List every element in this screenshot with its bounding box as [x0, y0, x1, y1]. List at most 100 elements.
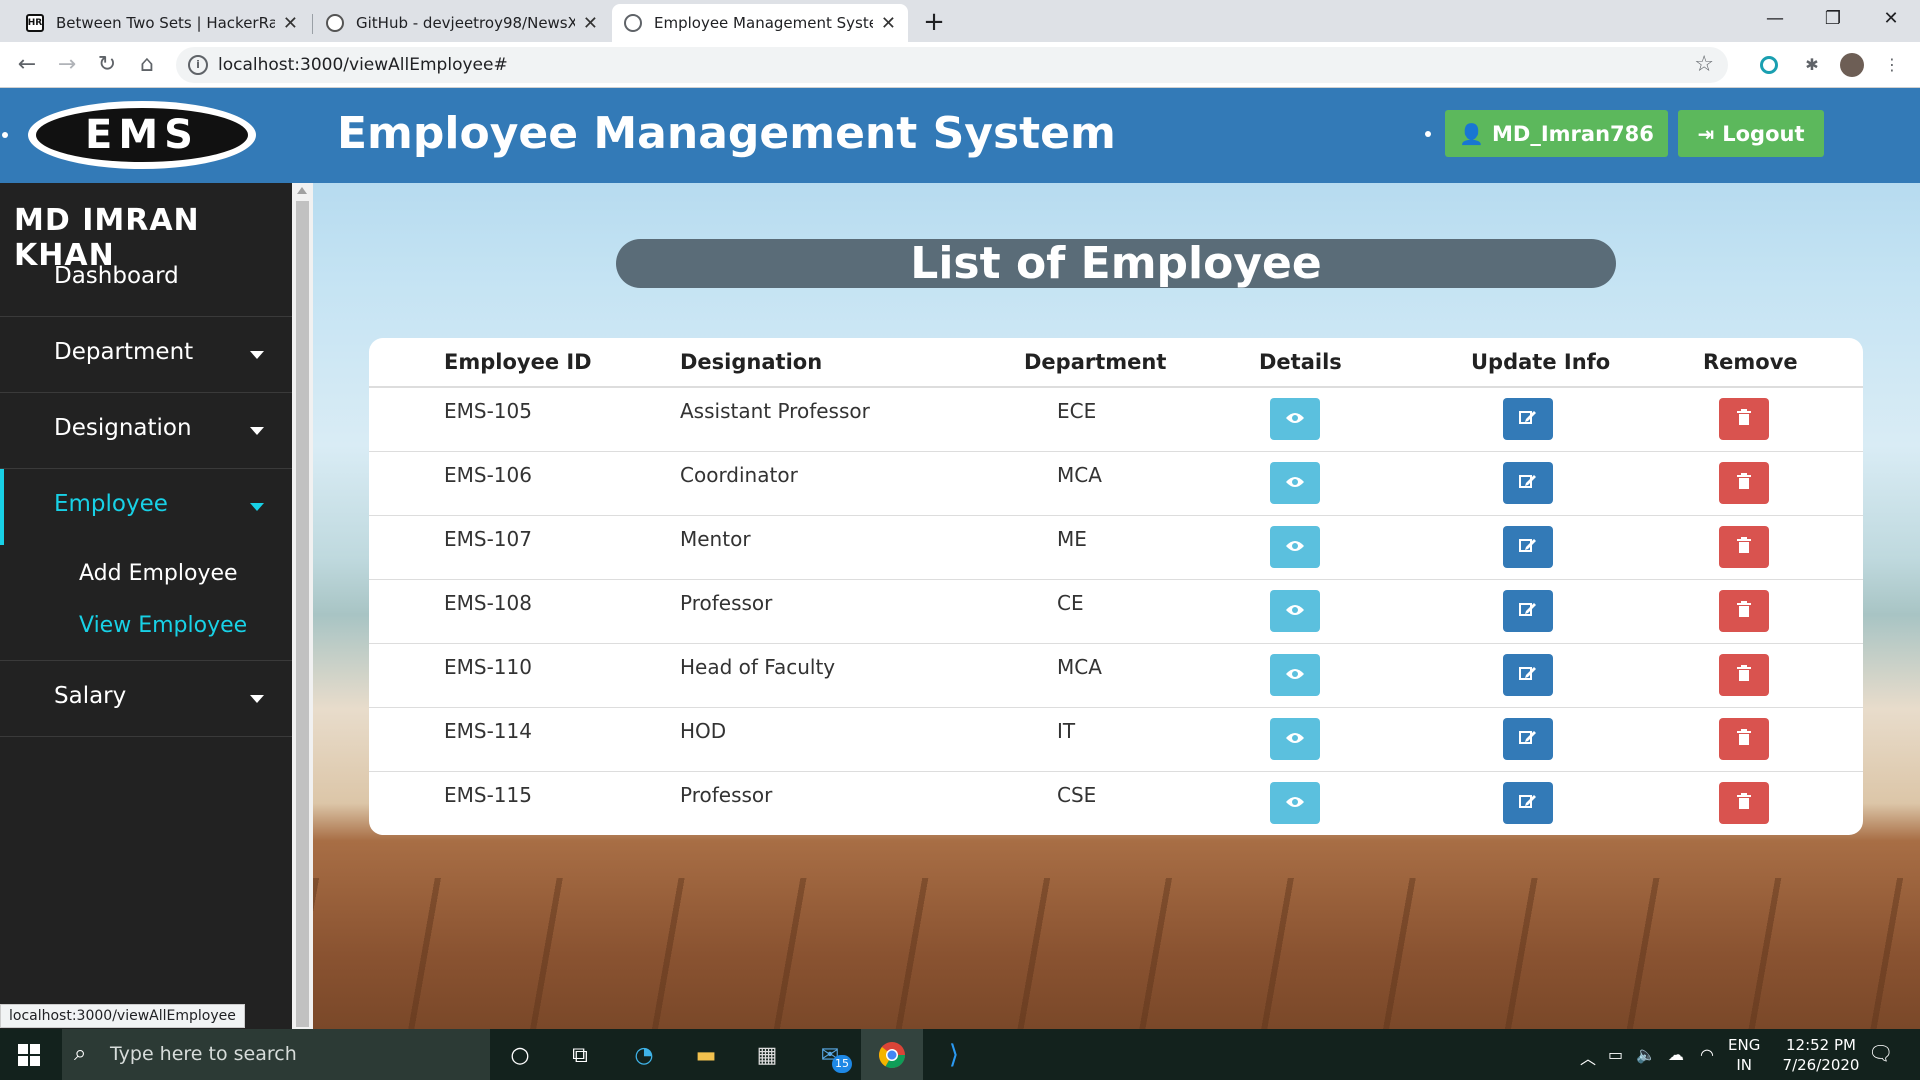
tab-divider	[312, 14, 313, 34]
trash-icon	[1737, 729, 1751, 749]
sidebar-item-label: Designation	[54, 415, 192, 441]
department-cell: MCA	[1057, 463, 1102, 487]
home-icon[interactable]: ⌂	[132, 50, 162, 80]
sidebar-subitem-view-employee[interactable]: View Employee	[79, 613, 247, 638]
system-clock[interactable]: 12:52 PM 7/26/2020	[1776, 1035, 1866, 1075]
user-profile-button[interactable]: 👤 MD_Imran786	[1445, 110, 1668, 157]
reload-icon[interactable]: ↻	[92, 50, 122, 80]
remove-employee-button[interactable]	[1719, 590, 1769, 632]
caret-down-icon	[250, 351, 264, 359]
vscode-icon[interactable]: ⟩	[937, 1038, 971, 1072]
extension-circle-icon[interactable]	[1760, 56, 1778, 74]
profile-avatar[interactable]	[1840, 53, 1864, 77]
header-dot	[1425, 131, 1431, 137]
edit-icon	[1519, 409, 1537, 429]
remove-employee-button[interactable]	[1719, 398, 1769, 440]
minimize-icon[interactable]: —	[1746, 4, 1804, 34]
update-info-button[interactable]	[1503, 462, 1553, 504]
trash-icon	[1737, 409, 1751, 429]
app-viewport: EMS Employee Management System 👤 MD_Imra…	[0, 88, 1920, 1029]
scrollbar-thumb[interactable]	[296, 201, 309, 1027]
sidebar-item-department[interactable]: Department	[0, 317, 292, 393]
sidebar-scrollbar[interactable]	[292, 183, 313, 1029]
employee-id-cell: EMS-107	[444, 527, 532, 551]
close-window-icon[interactable]: ✕	[1862, 4, 1920, 34]
task-view-icon[interactable]: ⧉	[563, 1038, 597, 1072]
eye-icon	[1285, 794, 1305, 813]
battery-icon[interactable]: ▭	[1608, 1045, 1623, 1064]
update-info-button[interactable]	[1503, 526, 1553, 568]
cortana-circle-icon[interactable]: ○	[503, 1038, 537, 1072]
wifi-icon[interactable]: ◠	[1700, 1045, 1714, 1064]
sidebar-item-salary[interactable]: Salary	[0, 661, 292, 737]
address-bar[interactable]: i localhost:3000/viewAllEmployee# ☆	[176, 47, 1728, 83]
show-hidden-icons-chevron-icon[interactable]: ︿	[1580, 1045, 1596, 1069]
logout-button-label: Logout	[1722, 121, 1805, 146]
search-placeholder: Type here to search	[110, 1043, 297, 1065]
update-info-button[interactable]	[1503, 590, 1553, 632]
remove-employee-button[interactable]	[1719, 782, 1769, 824]
user-icon: 👤	[1459, 121, 1485, 146]
chrome-browser-icon[interactable]	[875, 1038, 909, 1072]
designation-cell: Assistant Professor	[680, 399, 870, 423]
update-info-button[interactable]	[1503, 718, 1553, 760]
caret-down-icon	[250, 695, 264, 703]
taskbar-search-box[interactable]: ⌕ Type here to search	[62, 1029, 490, 1080]
employee-submenu: Add Employee View Employee	[0, 545, 292, 661]
column-header-employee-id: Employee ID	[444, 350, 592, 374]
view-details-button[interactable]	[1270, 590, 1320, 632]
volume-icon[interactable]: 🔈	[1636, 1045, 1656, 1064]
ems-logo: EMS	[28, 101, 256, 169]
link-status-tooltip: localhost:3000/viewAllEmployee	[0, 1004, 245, 1028]
close-tab-icon[interactable]: ✕	[881, 13, 896, 34]
microsoft-store-icon[interactable]: ▦	[750, 1038, 784, 1072]
sidebar-item-employee[interactable]: Employee	[0, 469, 292, 545]
table-row: EMS-105 Assistant Professor ECE	[369, 388, 1863, 452]
notifications-icon[interactable]: 🗨	[1868, 1041, 1893, 1065]
clock-date: 7/26/2020	[1782, 1056, 1860, 1074]
browser-tab-ems[interactable]: Employee Management System ✕	[612, 4, 908, 42]
browser-toolbar: ← → ↻ ⌂ i localhost:3000/viewAllEmployee…	[0, 42, 1920, 88]
view-details-button[interactable]	[1270, 398, 1320, 440]
language-indicator[interactable]: ENG IN	[1728, 1035, 1760, 1075]
logout-button[interactable]: ⇥ Logout	[1678, 110, 1824, 157]
onedrive-cloud-icon[interactable]: ☁	[1668, 1045, 1684, 1064]
edge-browser-icon[interactable]: ◔	[627, 1038, 661, 1072]
trash-icon	[1737, 665, 1751, 685]
hackerrank-favicon-icon: HR	[26, 14, 44, 32]
forward-arrow-icon[interactable]: →	[52, 50, 82, 80]
view-details-button[interactable]	[1270, 782, 1320, 824]
browser-tab-github[interactable]: GitHub - devjeetroy98/NewsX: Th ✕	[314, 4, 610, 42]
designation-cell: Mentor	[680, 527, 751, 551]
sidebar-subitem-add-employee[interactable]: Add Employee	[79, 561, 238, 586]
scroll-up-arrow-icon[interactable]	[297, 187, 307, 194]
site-info-icon[interactable]: i	[188, 55, 208, 75]
sidebar-item-designation[interactable]: Designation	[0, 393, 292, 469]
windows-start-icon[interactable]	[18, 1044, 40, 1066]
back-arrow-icon[interactable]: ←	[12, 50, 42, 80]
eye-icon	[1285, 410, 1305, 429]
view-details-button[interactable]	[1270, 654, 1320, 696]
designation-cell: HOD	[680, 719, 727, 743]
remove-employee-button[interactable]	[1719, 526, 1769, 568]
close-tab-icon[interactable]: ✕	[583, 13, 598, 34]
clock-time: 12:52 PM	[1786, 1036, 1856, 1054]
restore-icon[interactable]: ❐	[1804, 4, 1862, 34]
view-details-button[interactable]	[1270, 526, 1320, 568]
update-info-button[interactable]	[1503, 782, 1553, 824]
update-info-button[interactable]	[1503, 398, 1553, 440]
puzzle-extensions-icon[interactable]: ✱	[1800, 53, 1824, 77]
kebab-menu-icon[interactable]: ⋮	[1880, 53, 1904, 77]
view-details-button[interactable]	[1270, 462, 1320, 504]
update-info-button[interactable]	[1503, 654, 1553, 696]
close-tab-icon[interactable]: ✕	[283, 13, 298, 34]
remove-employee-button[interactable]	[1719, 462, 1769, 504]
sidebar-item-dashboard[interactable]: Dashboard	[0, 241, 292, 317]
bookmark-star-icon[interactable]: ☆	[1694, 52, 1714, 77]
file-explorer-icon[interactable]: ▬	[689, 1038, 723, 1072]
remove-employee-button[interactable]	[1719, 654, 1769, 696]
remove-employee-button[interactable]	[1719, 718, 1769, 760]
browser-tab-hackerrank[interactable]: HR Between Two Sets | HackerRank ✕	[14, 4, 310, 42]
view-details-button[interactable]	[1270, 718, 1320, 760]
new-tab-button[interactable]: +	[918, 7, 950, 39]
